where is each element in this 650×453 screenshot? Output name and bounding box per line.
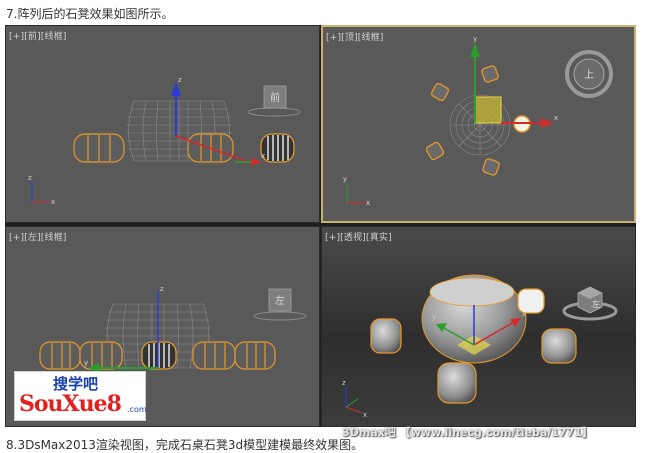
svg-text:x: x	[366, 199, 370, 207]
svg-text:z: z	[178, 76, 182, 84]
stool-left-active	[141, 341, 177, 370]
logo-main-text: SouXue8	[19, 391, 122, 417]
svg-text:y: y	[343, 175, 347, 183]
viewcube-front: 前	[247, 85, 301, 117]
viewport-perspective-scene: y x z x 左	[342, 274, 618, 419]
viewcube-top: 上	[565, 50, 613, 98]
souxue8-logo[interactable]: 搜学吧 SouXue8 .com	[14, 371, 147, 421]
viewport-front-scene: z x z x 前	[28, 76, 301, 206]
viewport-grid: [+][前][线框] z x z x 前 [+][顶][线框] y x y x …	[5, 25, 636, 427]
stool-front-active	[260, 133, 295, 163]
stool-persp-3	[541, 328, 577, 364]
viewcube-left: 左	[253, 288, 307, 321]
svg-text:x: x	[363, 411, 367, 419]
stool-persp-2	[517, 288, 545, 314]
svg-text:z: z	[342, 379, 346, 387]
viewcube-top-label: 上	[584, 69, 594, 81]
svg-text:y: y	[473, 35, 477, 43]
viewcube-persp: 左	[562, 286, 618, 321]
stool-persp-4	[437, 362, 477, 404]
viewcube-left-label: 左	[275, 294, 285, 307]
viewcube-persp-label: 左	[592, 299, 600, 309]
axis-tripod-front: z x	[28, 174, 55, 206]
watermark-text: 3Dmax吧 【www.linecg.com/tieba/1771】	[342, 426, 593, 439]
svg-text:x: x	[554, 114, 558, 122]
viewport-perspective[interactable]: [+][透视][真实] y x z x 左	[321, 226, 636, 427]
viewport-top[interactable]: [+][顶][线框] y x y x 上	[321, 25, 636, 223]
stool-front-left	[73, 133, 125, 163]
logo-domain: .com	[127, 405, 147, 414]
svg-text:z: z	[160, 285, 164, 293]
step-8-caption: 8.3DsMax2013渲染视图，完成石桌石凳3d模型建模最终效果图。	[6, 438, 364, 452]
stool-persp-1	[370, 318, 402, 354]
viewport-front[interactable]: [+][前][线框] z x z x 前	[5, 25, 320, 223]
viewport-top-scene: y x y x 上	[343, 35, 613, 207]
svg-text:y: y	[432, 313, 436, 321]
viewcube-front-label: 前	[270, 91, 280, 104]
axis-tripod-persp: z x	[342, 379, 367, 419]
svg-text:z: z	[28, 174, 32, 182]
axis-tripod-top: y x	[343, 175, 370, 207]
svg-text:x: x	[261, 152, 265, 160]
svg-text:y: y	[84, 359, 88, 367]
gizmo-plane-handle	[474, 96, 502, 124]
step-7-caption: 7.阵列后的石凳效果如图所示。	[6, 7, 174, 21]
svg-text:x: x	[51, 198, 55, 206]
